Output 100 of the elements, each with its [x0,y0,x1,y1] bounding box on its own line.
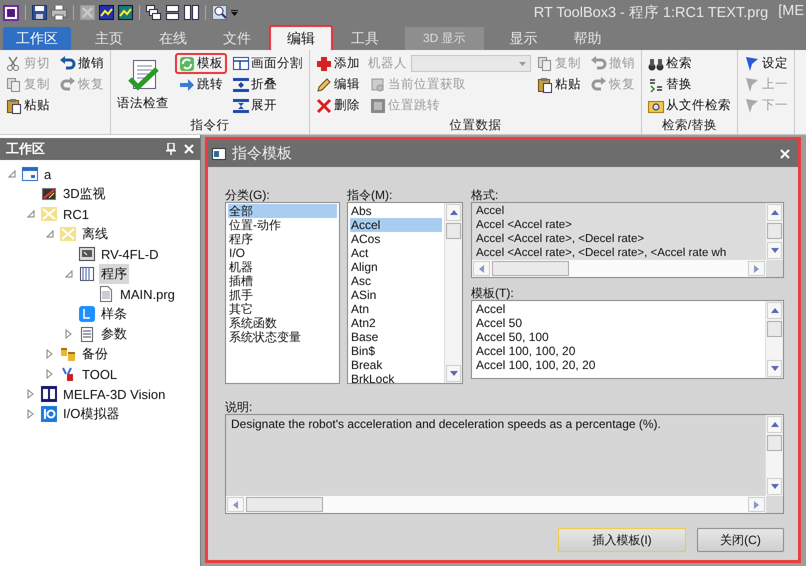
tree-item[interactable]: TOOL [80,366,120,382]
field-label: 分类(G): [225,187,271,202]
tree-item[interactable]: 样条 [99,304,129,324]
zoom-icon[interactable] [212,5,227,20]
list-item[interactable]: Asc [350,274,442,288]
list-item[interactable]: Accel 50, 100 [476,330,761,344]
dropdown-icon[interactable] [231,10,238,16]
app-logo-icon [3,4,19,20]
tree-item[interactable]: RV-4FL-D [99,246,161,262]
ribbon-button[interactable]: 撤销 [56,53,108,74]
format-text-box[interactable]: Accel Accel <Accel rate> Accel <Accel rate>, <Decel rate> Accel <Accel rate>, <Decel rate>, <Accel rate wh [471,202,784,278]
cascade-windows-icon[interactable] [146,5,161,20]
print-icon[interactable] [51,5,67,20]
close-icon[interactable] [780,148,790,158]
tree-item[interactable]: RC1 [61,206,92,222]
tree-item[interactable]: MELFA-3D Vision [61,386,168,402]
vertical-scrollbar[interactable] [765,301,783,378]
list-item[interactable]: Bin$ [350,344,442,358]
ribbon-button[interactable]: 粘贴 [2,95,54,116]
list-item[interactable]: 程序 [228,232,337,246]
horizontal-scrollbar[interactable] [472,260,766,277]
ribbon-button[interactable]: 从文件检索 [644,95,735,116]
list-item[interactable]: 抓手 [228,288,337,302]
ribbon-button[interactable]: 删除 [312,95,364,116]
chart-icon[interactable] [118,5,133,20]
collapse-arrow-icon[interactable] [63,268,75,280]
vertical-scrollbar[interactable] [765,203,783,260]
horizontal-scrollbar[interactable] [226,496,766,513]
collapse-arrow-icon[interactable] [44,228,56,240]
list-item[interactable]: 其它 [228,302,337,316]
save-icon[interactable] [32,5,47,20]
ribbon-button[interactable]: 展开 [229,95,307,116]
clipboard-icon [537,76,553,92]
chart-icon[interactable] [99,5,114,20]
delete-icon [316,98,332,114]
dropdown-field[interactable] [411,55,531,72]
document-check-icon [127,59,159,91]
list-item[interactable]: 系统函数 [228,316,337,330]
list-item[interactable]: Atn [350,302,442,316]
copy-icon [537,56,553,72]
list-item[interactable]: 插槽 [228,274,337,288]
template-list-box[interactable]: Accel Accel 50 Accel 50, 100 Accel 100, 100, 20 Accel 100, 100, 20, 20 [471,300,784,379]
tile-horizontal-icon[interactable] [165,5,180,20]
tree-item[interactable]: 参数 [99,324,129,344]
list-item[interactable]: Atn2 [350,316,442,330]
list-item[interactable]: ASin [350,288,442,302]
tree-item[interactable]: 3D监视 [61,184,108,204]
pin-icon[interactable] [166,143,176,155]
ribbon-button[interactable]: 语法检查 [113,53,173,116]
ribbon-button[interactable]: 画面分割 [229,53,307,74]
list-item[interactable]: 系统状态变量 [228,330,337,344]
tile-vertical-icon[interactable] [184,5,199,20]
tree-item[interactable]: a [42,166,54,182]
dialog-button[interactable]: 关闭(C) [697,528,784,552]
list-item[interactable]: Accel [476,302,761,316]
ribbon-button[interactable]: 检索 [644,53,735,74]
list-item[interactable]: Abs [350,204,442,218]
ribbon-button[interactable]: 添加 [312,53,364,74]
ribbon-group-label: 检索/替换 [660,117,718,134]
list-item[interactable]: Base [350,330,442,344]
window-title: RT ToolBox3 - 程序 1:RC1 TEXT.prg [534,4,768,22]
list-item[interactable]: Accel [350,218,442,232]
list-item[interactable]: 机器 [228,260,337,274]
close-icon[interactable] [184,144,194,154]
ribbon-button[interactable]: 编辑 [312,74,364,95]
ribbon-button[interactable]: 替换 [644,74,735,95]
dialog-button[interactable]: 插入模板(I) [558,528,686,552]
undo-icon [60,56,76,72]
tree-item[interactable]: I/O模拟器 [61,404,122,424]
notepad-icon [79,326,95,342]
list-item[interactable]: Align [350,260,442,274]
ribbon-button[interactable]: 设定 [740,53,792,74]
tree-item[interactable]: MAIN.prg [118,286,177,302]
ribbon-button[interactable]: 粘贴 [533,74,585,95]
ribbon-tab[interactable]: 编辑 [269,25,333,52]
list-item[interactable]: Accel 100, 100, 20, 20 [476,358,761,372]
list-item[interactable]: Break [350,358,442,372]
list-item[interactable]: ACos [350,232,442,246]
collapse-arrow-icon[interactable] [6,168,18,180]
list-box[interactable]: 全部 位置-动作 程序 I/O 机器 插槽 抓手 其它 系统函数 系统状态变量 [225,202,340,384]
tree-item[interactable]: 程序 [99,264,129,284]
list-item[interactable]: Act [350,246,442,260]
ribbon-button[interactable]: 跳转 [175,74,227,95]
field-label: 说明: [225,399,254,414]
list-box[interactable]: Abs Accel ACos Act Align Asc ASin Atn Atn2 Base Bin$ Break BrkLock [347,202,463,384]
copy-icon [6,76,22,92]
list-item[interactable]: Accel 50 [476,316,761,330]
vertical-scrollbar[interactable] [765,415,783,496]
collapse-arrow-icon[interactable] [25,208,37,220]
tree-item[interactable]: 离线 [80,224,110,244]
list-item[interactable]: BrkLock [350,372,442,383]
ribbon-tab[interactable]: 工作区 [3,27,71,50]
tree-item[interactable]: 备份 [80,344,110,364]
list-item[interactable]: 位置-动作 [228,218,337,232]
list-item[interactable]: Accel 100, 100, 20 [476,344,761,358]
list-item[interactable]: I/O [228,246,337,260]
vertical-scrollbar[interactable] [444,203,462,383]
ribbon-button[interactable]: 折叠 [229,74,307,95]
list-item[interactable]: 全部 [228,204,337,218]
ribbon-button[interactable]: 模板 [175,53,227,74]
